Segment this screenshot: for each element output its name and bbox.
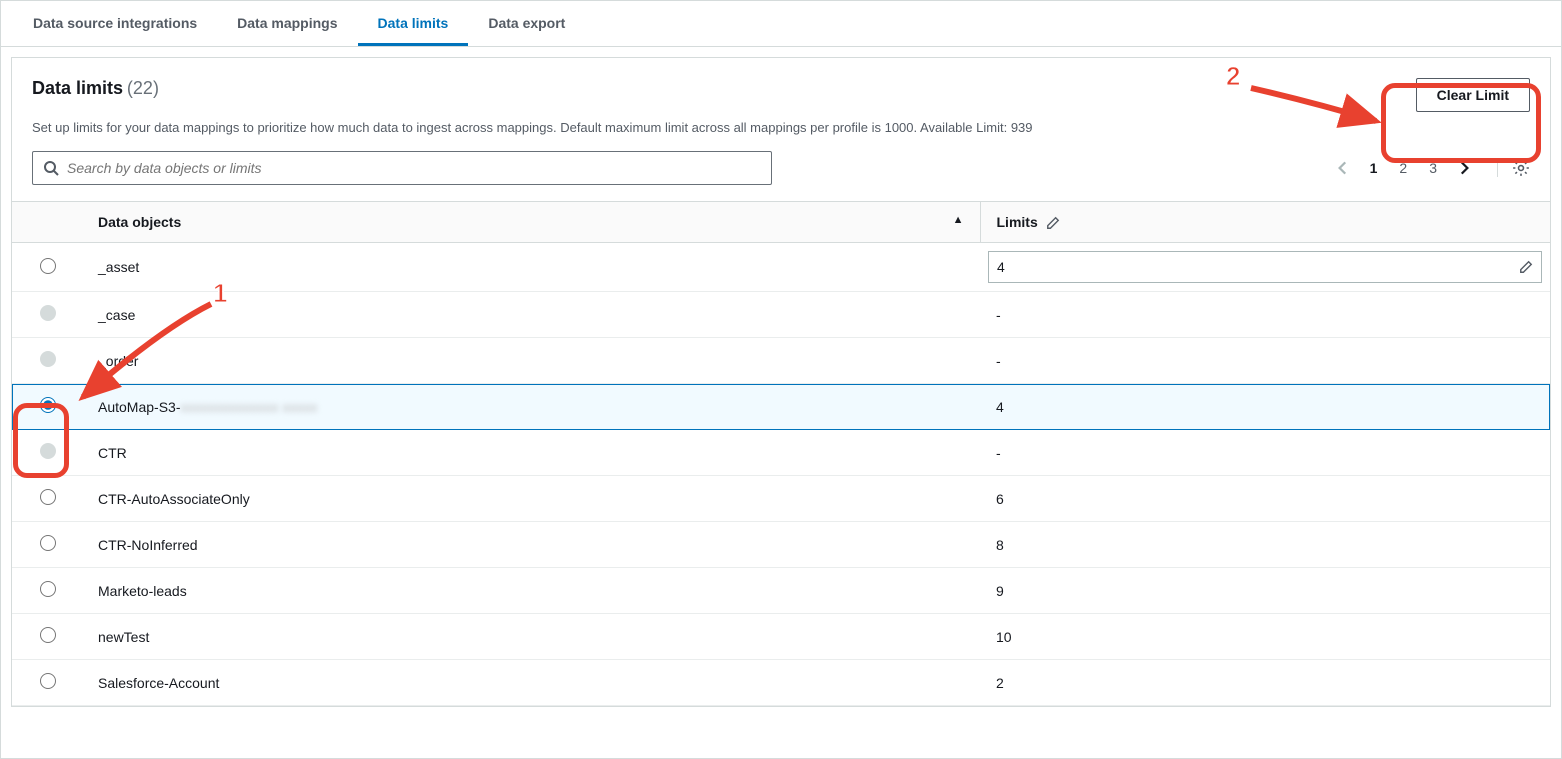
row-select-cell [12, 614, 82, 660]
data-object-cell: newTest [82, 614, 980, 660]
row-radio[interactable] [40, 581, 56, 597]
row-select-cell [12, 338, 82, 384]
limit-cell: - [980, 338, 1550, 384]
panel-description: Set up limits for your data mappings to … [12, 112, 1550, 151]
table-row: Marketo-leads9 [12, 568, 1550, 614]
row-radio[interactable] [40, 535, 56, 551]
row-select-cell [12, 568, 82, 614]
row-radio[interactable] [40, 627, 56, 643]
search-input[interactable] [67, 160, 761, 176]
panel-title: Data limits [32, 78, 123, 98]
page-3[interactable]: 3 [1425, 158, 1441, 178]
table-row: _case- [12, 292, 1550, 338]
annotation-num-2: 2 [1226, 61, 1240, 92]
row-radio-disabled [40, 443, 56, 459]
limit-cell: 10 [980, 614, 1550, 660]
row-radio[interactable] [40, 258, 56, 274]
table-row: Salesforce-Account2 [12, 660, 1550, 706]
limit-cell[interactable]: 4 [980, 243, 1550, 292]
data-object-cell: CTR-NoInferred [82, 522, 980, 568]
table-row: _order- [12, 338, 1550, 384]
table-row: CTR- [12, 430, 1550, 476]
table-row: AutoMap-S3-xxxxxxxxxxxxxx xxxxx4 [12, 384, 1550, 430]
data-object-cell: CTR [82, 430, 980, 476]
table-row: CTR-NoInferred8 [12, 522, 1550, 568]
table-row: newTest10 [12, 614, 1550, 660]
col-header-select [12, 202, 82, 243]
data-limits-panel: Data limits (22) Clear Limit Set up limi… [11, 57, 1551, 707]
settings-icon[interactable] [1497, 159, 1530, 177]
prev-page-icon[interactable] [1334, 159, 1352, 177]
search-icon [43, 160, 59, 176]
tab-data-export[interactable]: Data export [468, 1, 585, 46]
row-select-cell [12, 292, 82, 338]
row-radio[interactable] [40, 397, 56, 413]
annotation-num-1: 1 [213, 278, 227, 309]
sort-asc-icon: ▲ [953, 214, 964, 226]
page-2[interactable]: 2 [1395, 158, 1411, 178]
data-object-cell: _order [82, 338, 980, 384]
table-row: _asset4 [12, 243, 1550, 292]
limit-editable-box[interactable]: 4 [988, 251, 1542, 283]
col-header-limits[interactable]: Limits [980, 202, 1550, 243]
data-object-cell: Marketo-leads [82, 568, 980, 614]
limit-value: 4 [997, 259, 1005, 275]
limit-cell: 2 [980, 660, 1550, 706]
col-header-objects[interactable]: Data objects ▲ [82, 202, 980, 243]
data-limits-table: Data objects ▲ Limits _asset4_case-_orde… [12, 201, 1550, 706]
tab-data-mappings[interactable]: Data mappings [217, 1, 357, 46]
limit-cell: 4 [980, 384, 1550, 430]
limit-cell: 6 [980, 476, 1550, 522]
limit-cell: 8 [980, 522, 1550, 568]
panel-count: (22) [127, 78, 159, 98]
row-select-cell [12, 476, 82, 522]
data-object-cell: AutoMap-S3-xxxxxxxxxxxxxx xxxxx [82, 384, 980, 430]
paginator: 1 2 3 [1334, 158, 1530, 178]
row-radio-disabled [40, 305, 56, 321]
redacted-text: xxxxxxxxxxxxxx xxxxx [180, 399, 317, 415]
clear-limit-button[interactable]: Clear Limit [1416, 78, 1530, 112]
tab-data-source-integrations[interactable]: Data source integrations [13, 1, 217, 46]
table-row: CTR-AutoAssociateOnly6 [12, 476, 1550, 522]
edit-column-icon [1046, 216, 1060, 230]
col-header-limits-label: Limits [997, 214, 1038, 230]
search-input-wrapper[interactable] [32, 151, 772, 185]
row-select-cell [12, 430, 82, 476]
col-header-objects-label: Data objects [98, 214, 181, 230]
tabs-bar: Data source integrations Data mappings D… [1, 1, 1561, 47]
page-1[interactable]: 1 [1366, 158, 1382, 178]
row-radio[interactable] [40, 673, 56, 689]
tab-data-limits[interactable]: Data limits [358, 1, 469, 46]
row-select-cell [12, 660, 82, 706]
edit-icon[interactable] [1519, 260, 1533, 274]
row-select-cell [12, 384, 82, 430]
row-select-cell [12, 243, 82, 292]
limit-cell: - [980, 292, 1550, 338]
next-page-icon[interactable] [1455, 159, 1473, 177]
limit-cell: 9 [980, 568, 1550, 614]
row-select-cell [12, 522, 82, 568]
data-object-cell: Salesforce-Account [82, 660, 980, 706]
row-radio[interactable] [40, 489, 56, 505]
row-radio-disabled [40, 351, 56, 367]
limit-cell: - [980, 430, 1550, 476]
data-object-cell: CTR-AutoAssociateOnly [82, 476, 980, 522]
